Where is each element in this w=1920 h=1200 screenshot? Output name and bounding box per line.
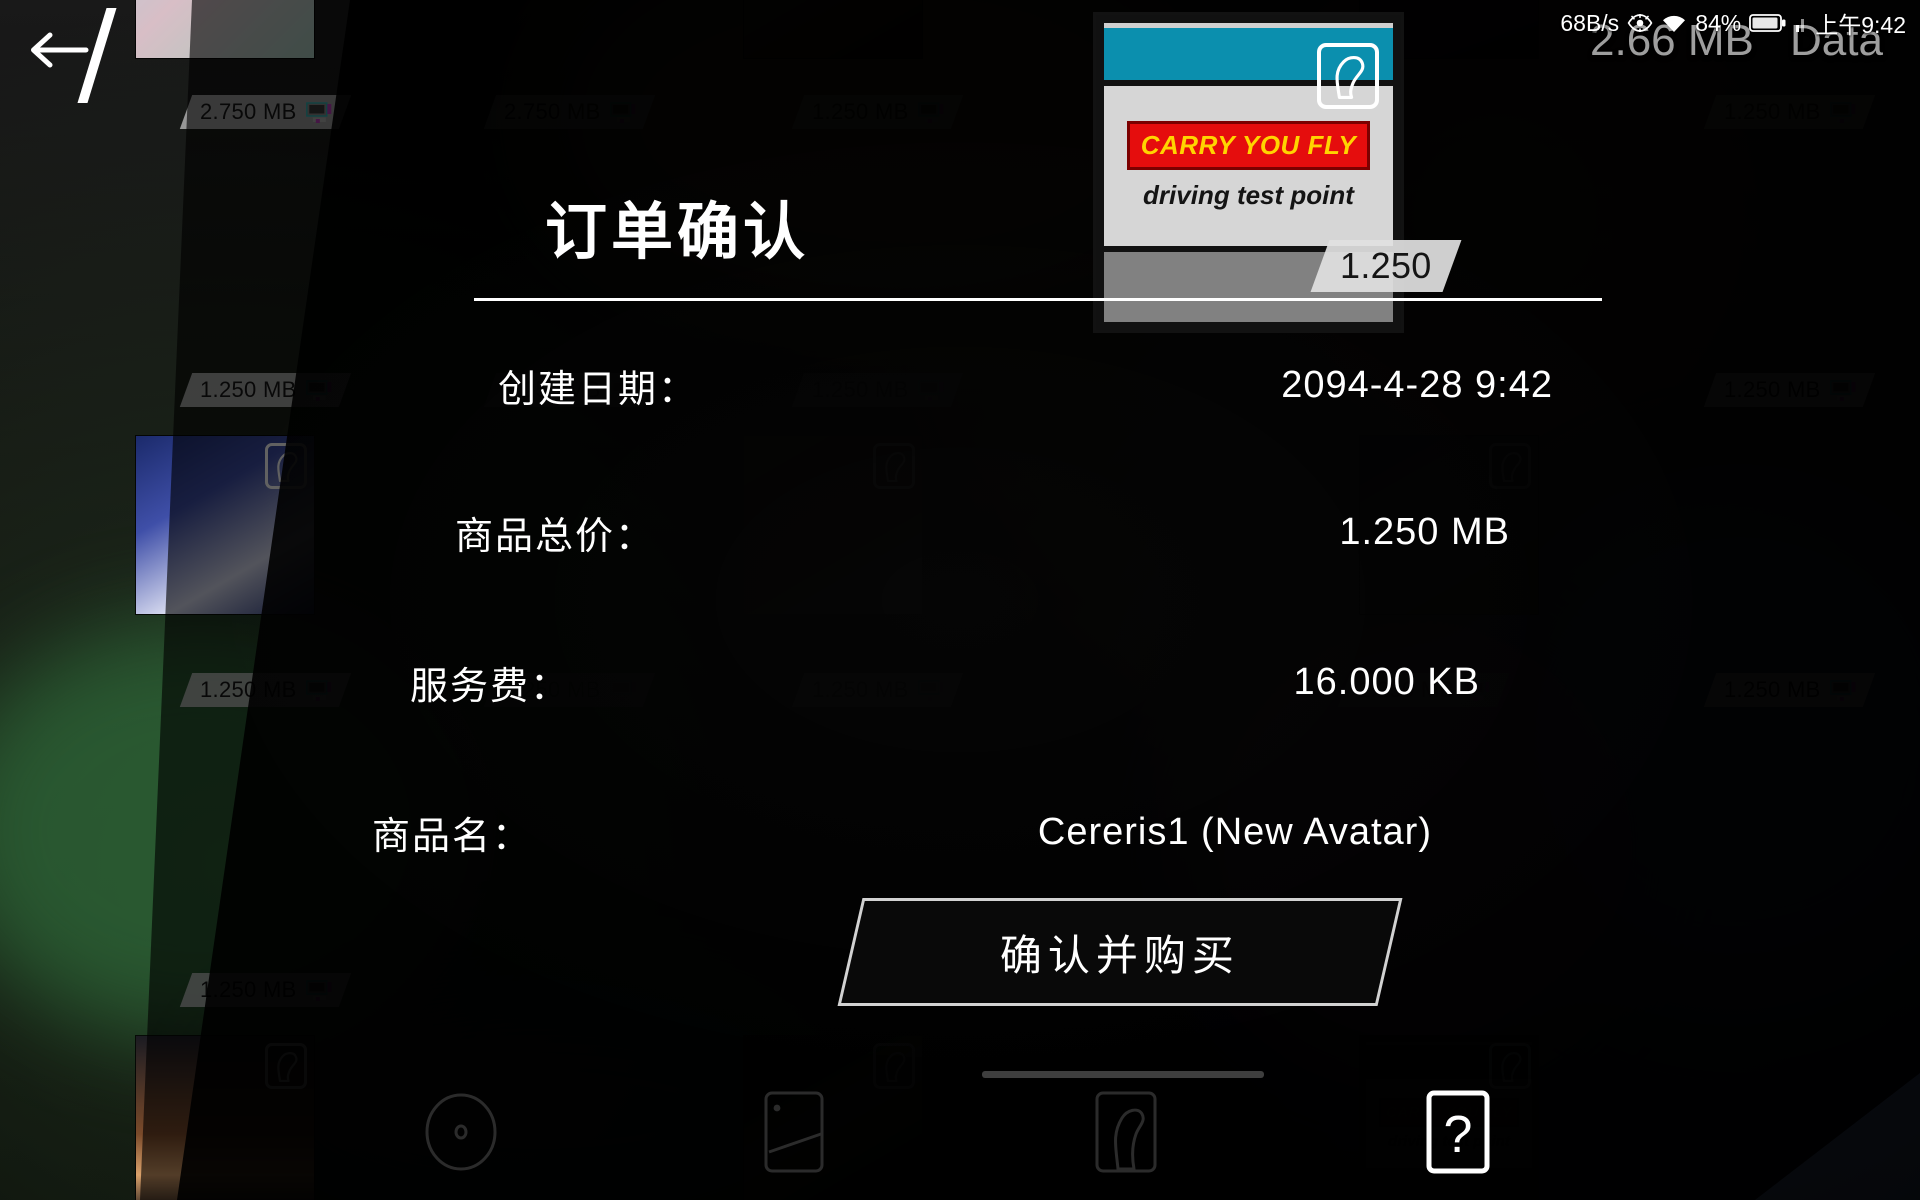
svg-text:?: ? — [1444, 1106, 1473, 1164]
network-speed: 68B/s — [1560, 9, 1620, 36]
value-created-date: 2094-4-28 9:42 — [1281, 364, 1553, 406]
row-service-fee: 服务费： 16.000 KB — [410, 655, 1480, 710]
value-service-fee: 16.000 KB — [1293, 661, 1480, 703]
nav-item-disc[interactable] — [415, 1086, 507, 1178]
clock: 上午9:42 — [1815, 12, 1906, 38]
label-service-fee: 服务费： — [410, 666, 571, 708]
value-product-name: Cereris1 (New Avatar) — [1037, 811, 1432, 853]
label-created-date: 创建日期： — [498, 369, 699, 411]
battery-icon — [1749, 13, 1787, 33]
page-title: 订单确认 — [545, 198, 810, 267]
nav-item-card[interactable] — [748, 1086, 840, 1178]
order-dialog: 订单确认 创建日期： 2094-4-28 9:42 商品总价： 1.250 MB… — [0, 0, 1920, 1200]
row-product-name: 商品名： Cereris1 (New Avatar) — [372, 805, 1432, 860]
value-total-price: 1.250 MB — [1339, 511, 1510, 553]
nav-item-avatar[interactable] — [1080, 1086, 1172, 1178]
status-bar: 68B/s 84% 上午9:42 — [1560, 6, 1906, 40]
drag-handle[interactable] — [982, 1071, 1264, 1078]
nav-item-help[interactable]: ? — [1412, 1086, 1504, 1178]
row-total-price: 商品总价： 1.250 MB — [455, 505, 1510, 560]
question-icon: ? — [1426, 1090, 1490, 1174]
label-product-name: 商品名： — [372, 816, 533, 858]
confirm-purchase-button[interactable]: 确认并购买 — [837, 898, 1403, 1006]
title-divider — [474, 298, 1602, 301]
avatar-icon — [1095, 1091, 1157, 1173]
card-icon — [764, 1091, 824, 1173]
label-total-price: 商品总价： — [455, 516, 656, 558]
back-button[interactable] — [28, 26, 90, 74]
row-created-date: 创建日期： 2094-4-28 9:42 — [498, 358, 1553, 413]
confirm-purchase-label: 确认并购买 — [999, 931, 1240, 979]
bottom-nav: ? — [0, 1060, 1920, 1200]
signal-icon — [1795, 13, 1807, 33]
app-screen: 2.750 MB2.750 MB1.250 MB1.250 MB1.250 MB… — [0, 0, 1920, 1200]
disc-icon — [425, 1093, 497, 1171]
eye-icon — [1627, 14, 1653, 32]
battery-percent: 84% — [1695, 9, 1742, 36]
back-arrow-icon — [31, 32, 89, 68]
wifi-icon — [1661, 14, 1687, 33]
